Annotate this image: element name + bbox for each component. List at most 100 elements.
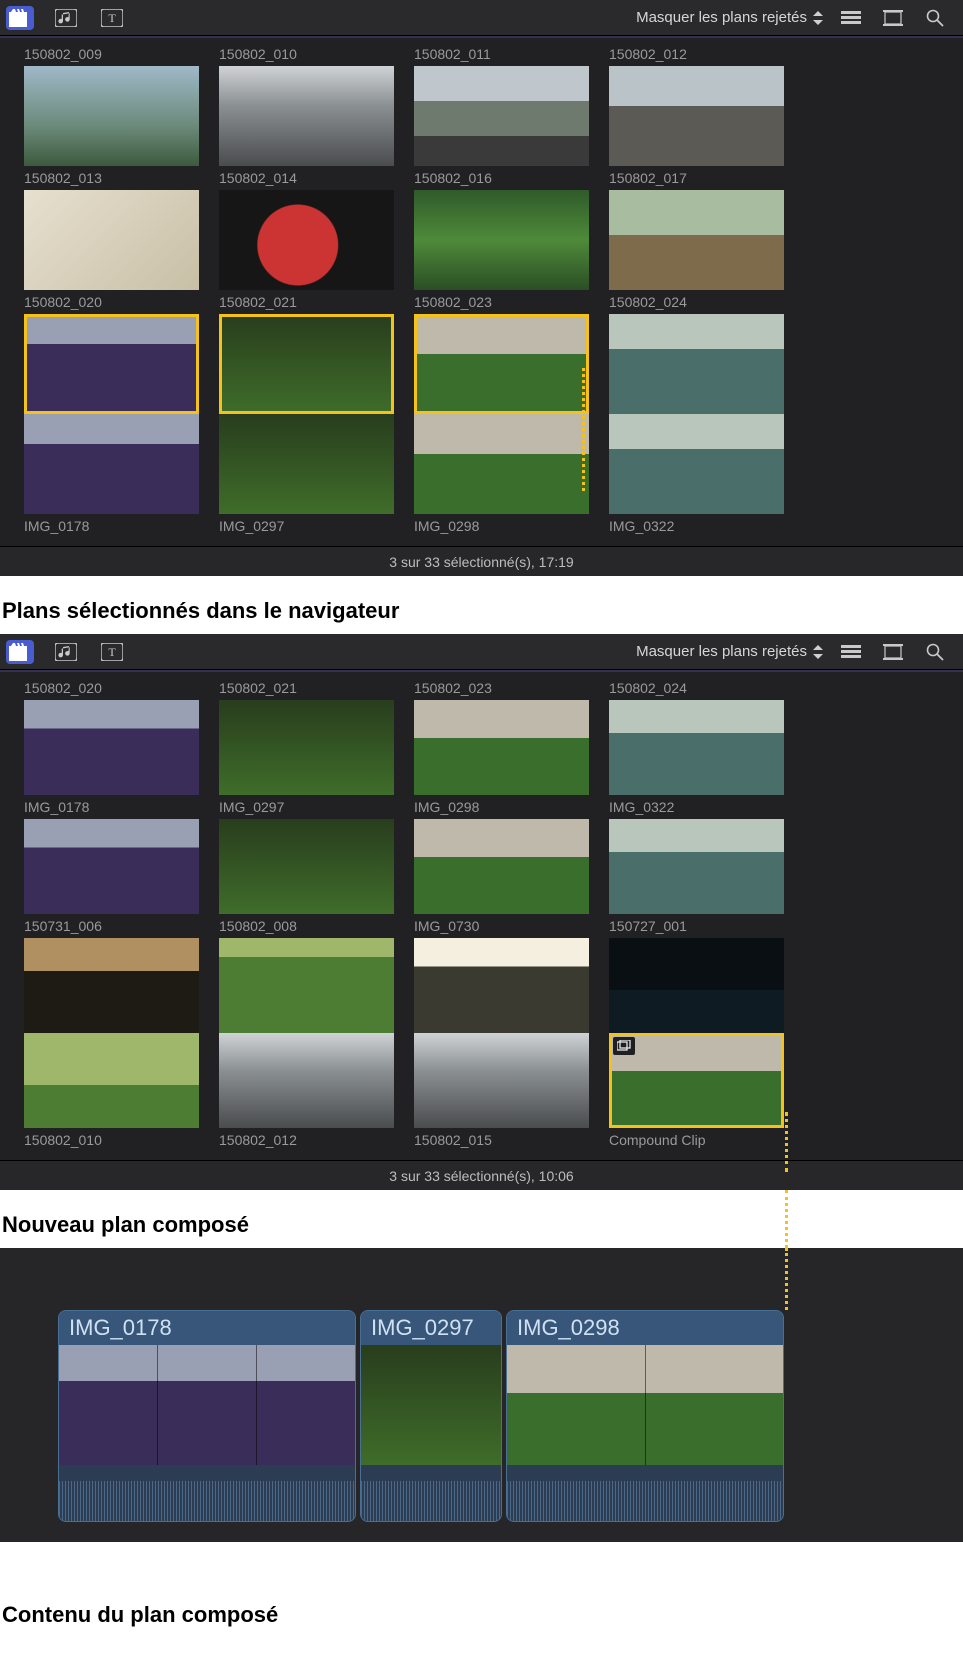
svg-text:T: T <box>108 11 116 25</box>
primary-storyline: IMG_0178IMG_0297IMG_0298 <box>58 1310 931 1522</box>
clip-label: 150731_006 <box>24 914 199 938</box>
titles-tab[interactable]: T <box>98 6 126 30</box>
clip-thumbnail[interactable] <box>609 190 784 290</box>
timeline-clip[interactable]: IMG_0178 <box>58 1310 356 1522</box>
clip-thumbnail[interactable] <box>219 938 394 1033</box>
clip-thumbnail[interactable] <box>609 700 784 795</box>
clip-thumbnail[interactable] <box>609 1033 784 1128</box>
clip-thumbnail[interactable] <box>414 700 589 795</box>
clip-thumbnail[interactable] <box>24 1033 199 1128</box>
clip-label: 150802_010 <box>24 1128 199 1152</box>
callout-line <box>785 1190 788 1248</box>
timeline-clip[interactable]: IMG_0298 <box>506 1310 784 1522</box>
clip-label: IMG_0322 <box>609 514 784 538</box>
clip-filter-popup[interactable]: Masquer les plans rejetés <box>636 643 823 660</box>
clip-label: 150802_023 <box>414 676 589 700</box>
clip-thumbnail[interactable] <box>414 66 589 166</box>
clip-thumbnail[interactable] <box>219 190 394 290</box>
clip-thumbnail[interactable] <box>219 66 394 166</box>
clip-thumbnail[interactable] <box>414 190 589 290</box>
browser-toolbar: T Masquer les plans rejetés <box>0 0 963 36</box>
list-view-button[interactable] <box>837 6 865 30</box>
timeline-clip-title: IMG_0298 <box>507 1311 783 1345</box>
clip-label: 150802_020 <box>24 676 199 700</box>
filmstrip-view-button[interactable] <box>879 640 907 664</box>
clip-thumbnail[interactable] <box>414 414 589 514</box>
clip-label: IMG_0298 <box>414 514 589 538</box>
clip-thumbnail[interactable] <box>219 314 394 414</box>
clip-label: 150802_011 <box>414 42 589 66</box>
clip-thumbnail[interactable] <box>219 414 394 514</box>
clip-label: 150802_017 <box>609 166 784 190</box>
caption-new-compound: Nouveau plan composé <box>0 1190 963 1248</box>
clip-label: 150802_012 <box>609 42 784 66</box>
clip-label: 150802_008 <box>219 914 394 938</box>
search-button[interactable] <box>921 640 949 664</box>
clip-grid: 150802_009 150802_010 150802_011 150802_012… <box>0 38 963 546</box>
timeline-clip-filmstrip <box>59 1345 355 1465</box>
search-button[interactable] <box>921 6 949 30</box>
updown-icon <box>813 645 823 659</box>
media-browser-before: T Masquer les plans rejetés 150802_00915… <box>0 0 963 576</box>
media-tab[interactable] <box>6 6 34 30</box>
clip-label: 150802_024 <box>609 676 784 700</box>
timeline-clip-filmstrip <box>507 1345 783 1465</box>
caption-selected-clips: Plans sélectionnés dans le navigateur <box>0 576 963 634</box>
clip-thumbnail[interactable] <box>24 819 199 914</box>
callout-line <box>785 1248 788 1310</box>
clip-label: IMG_0178 <box>24 795 199 819</box>
clip-label: 150802_009 <box>24 42 199 66</box>
clip-thumbnail[interactable] <box>414 314 589 414</box>
clip-filter-label: Masquer les plans rejetés <box>636 643 807 660</box>
clip-label: IMG_0298 <box>414 795 589 819</box>
clip-thumbnail[interactable] <box>24 314 199 414</box>
caption-compound-contents: Contenu du plan composé <box>0 1542 963 1668</box>
clip-thumbnail[interactable] <box>414 938 589 1033</box>
music-tab[interactable] <box>52 640 80 664</box>
timeline-clip-audio-waveform <box>507 1465 783 1521</box>
browser-toolbar: T Masquer les plans rejetés <box>0 634 963 670</box>
clip-filter-popup[interactable]: Masquer les plans rejetés <box>636 9 823 26</box>
clip-thumbnail[interactable] <box>414 819 589 914</box>
music-tab[interactable] <box>52 6 80 30</box>
clip-label: IMG_0322 <box>609 795 784 819</box>
clip-thumbnail[interactable] <box>609 414 784 514</box>
timeline-clip-title: IMG_0178 <box>59 1311 355 1345</box>
media-tab[interactable] <box>6 640 34 664</box>
clip-thumbnail[interactable] <box>609 66 784 166</box>
compound-clip-timeline: IMG_0178IMG_0297IMG_0298 <box>0 1248 963 1542</box>
clip-label: 150802_020 <box>24 290 199 314</box>
clip-label: 150802_016 <box>414 166 589 190</box>
timeline-clip-title: IMG_0297 <box>361 1311 501 1345</box>
clip-thumbnail[interactable] <box>24 190 199 290</box>
clip-thumbnail[interactable] <box>609 819 784 914</box>
browser-footer: 3 sur 33 sélectionné(s), 10:06 <box>0 1160 963 1190</box>
clip-thumbnail[interactable] <box>24 700 199 795</box>
clip-thumbnail[interactable] <box>219 819 394 914</box>
clip-thumbnail[interactable] <box>414 1033 589 1128</box>
clip-label: 150802_013 <box>24 166 199 190</box>
clip-label: IMG_0297 <box>219 795 394 819</box>
timeline-clip[interactable]: IMG_0297 <box>360 1310 502 1522</box>
list-view-button[interactable] <box>837 640 865 664</box>
selection-summary: 3 sur 33 sélectionné(s), 10:06 <box>389 1168 573 1184</box>
clip-thumbnail[interactable] <box>219 700 394 795</box>
clip-thumbnail[interactable] <box>24 938 199 1033</box>
clip-thumbnail[interactable] <box>609 314 784 414</box>
clip-label: IMG_0730 <box>414 914 589 938</box>
clip-label: 150802_021 <box>219 290 394 314</box>
timeline-clip-audio-waveform <box>361 1465 501 1521</box>
timeline-clip-filmstrip <box>361 1345 501 1465</box>
filmstrip-view-button[interactable] <box>879 6 907 30</box>
compound-clip-icon <box>613 1037 635 1055</box>
titles-tab[interactable]: T <box>98 640 126 664</box>
clip-label: 150802_015 <box>414 1128 589 1152</box>
clip-thumbnail[interactable] <box>219 1033 394 1128</box>
clip-thumbnail[interactable] <box>24 414 199 514</box>
clip-label: 150802_010 <box>219 42 394 66</box>
clip-thumbnail[interactable] <box>609 938 784 1033</box>
updown-icon <box>813 11 823 25</box>
clip-label: 150727_001 <box>609 914 784 938</box>
clip-label: 150802_021 <box>219 676 394 700</box>
clip-thumbnail[interactable] <box>24 66 199 166</box>
